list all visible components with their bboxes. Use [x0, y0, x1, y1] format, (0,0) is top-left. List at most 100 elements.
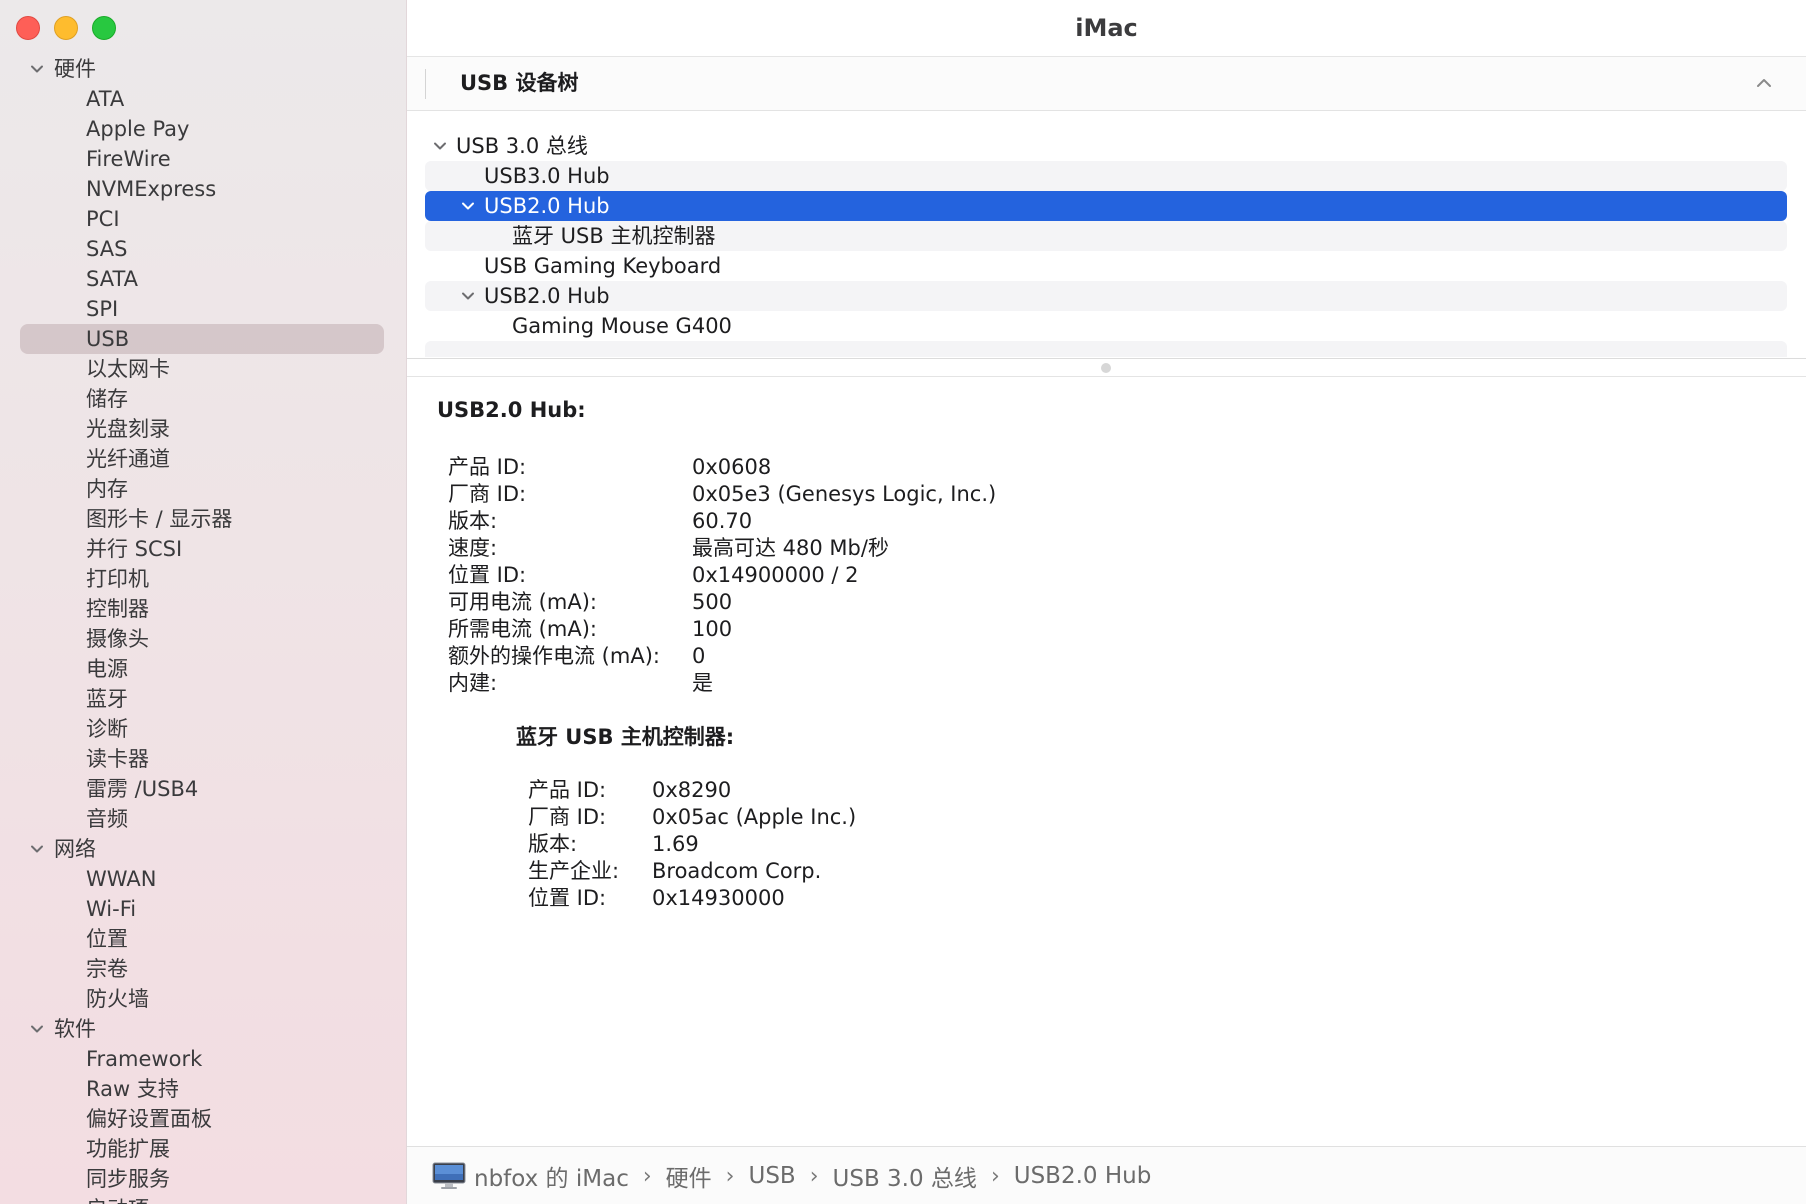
property-key: 位置 ID:	[528, 886, 607, 910]
property-value: 0x8290	[652, 778, 732, 802]
sidebar-group-0[interactable]: 硬件	[0, 54, 406, 84]
chevron-down-icon[interactable]	[431, 131, 449, 161]
sidebar-item[interactable]: SPI	[0, 294, 406, 324]
sidebar-item[interactable]: NVMExpress	[0, 174, 406, 204]
sidebar-group-label: 网络	[54, 837, 96, 861]
sidebar-item[interactable]: 读卡器	[0, 744, 406, 774]
sidebar-item-label: SPI	[86, 297, 119, 321]
split-divider-lower	[407, 376, 1806, 377]
property-key: 所需电流 (mA):	[448, 617, 597, 641]
section-title: USB 设备树	[460, 71, 579, 95]
breadcrumb-item[interactable]: nbfox 的 iMac	[474, 1159, 629, 1193]
property-key: 生产企业:	[528, 859, 620, 883]
sidebar-item-label: 诊断	[86, 717, 128, 741]
sidebar-item[interactable]: USB	[0, 324, 406, 354]
tree-row[interactable]: USB 3.0 总线	[425, 131, 1787, 161]
window-title: iMac	[407, 0, 1806, 57]
property-value: 0	[692, 644, 706, 668]
chevron-down-icon[interactable]	[28, 54, 46, 84]
tree-row-label: Gaming Mouse G400	[512, 314, 732, 338]
sidebar-item[interactable]: 并行 SCSI	[0, 534, 406, 564]
sidebar-item-label: Apple Pay	[86, 117, 190, 141]
breadcrumb-item[interactable]: 硬件	[666, 1159, 712, 1193]
sidebar-item[interactable]: 雷雳 /USB4	[0, 774, 406, 804]
sidebar-item[interactable]: 宗卷	[0, 954, 406, 984]
chevron-right-icon: ›	[725, 1163, 735, 1189]
tree-row[interactable]: USB2.0 Hub	[425, 281, 1787, 311]
sidebar-item[interactable]: 电源	[0, 654, 406, 684]
sidebar-item-label: 位置	[86, 927, 128, 951]
zoom-button[interactable]	[92, 16, 116, 40]
tree-row[interactable]: USB2.0 Hub	[425, 191, 1787, 221]
chevron-right-icon: ›	[990, 1163, 1000, 1189]
property-value: 500	[692, 590, 733, 614]
sidebar-item[interactable]: 内存	[0, 474, 406, 504]
sidebar-item-label: 同步服务	[86, 1167, 170, 1191]
sidebar-item-label: SATA	[86, 267, 139, 291]
sidebar-item[interactable]: 同步服务	[0, 1164, 406, 1194]
sidebar-item[interactable]: Apple Pay	[0, 114, 406, 144]
header-divider	[425, 69, 426, 99]
usb-tree-section-header: USB 设备树	[407, 57, 1806, 111]
tree-row[interactable]: Gaming Mouse G400	[425, 311, 1787, 341]
sidebar-group-2[interactable]: 软件	[0, 1014, 406, 1044]
chevron-down-icon[interactable]	[28, 834, 46, 864]
sidebar: 硬件 ATA Apple Pay FireWire NVMExpress PCI SAS SA…	[0, 0, 407, 1204]
sidebar-item[interactable]: Wi-Fi	[0, 894, 406, 924]
sidebar-item[interactable]: SATA	[0, 264, 406, 294]
sidebar-item[interactable]: WWAN	[0, 864, 406, 894]
property-value: Broadcom Corp.	[652, 859, 822, 883]
sidebar-item[interactable]: FireWire	[0, 144, 406, 174]
sidebar-item[interactable]: SAS	[0, 234, 406, 264]
breadcrumb-item[interactable]: USB	[748, 1163, 795, 1189]
close-button[interactable]	[16, 16, 40, 40]
sidebar-item[interactable]: 图形卡 / 显示器	[0, 504, 406, 534]
property-value: 1.69	[652, 832, 699, 856]
sidebar-item[interactable]: Framework	[0, 1044, 406, 1074]
collapse-chevron-up-icon[interactable]	[1752, 71, 1776, 95]
sidebar-item-label: 摄像头	[86, 627, 149, 651]
sidebar-item-label: 光盘刻录	[86, 417, 170, 441]
tree-row-label: USB Gaming Keyboard	[484, 254, 722, 278]
sidebar-item[interactable]: 光盘刻录	[0, 414, 406, 444]
sidebar-item-label: NVMExpress	[86, 177, 217, 201]
sidebar-item[interactable]: 光纤通道	[0, 444, 406, 474]
sidebar-item[interactable]: 控制器	[0, 594, 406, 624]
chevron-down-icon[interactable]	[28, 1014, 46, 1044]
sidebar-item[interactable]: 位置	[0, 924, 406, 954]
chevron-down-icon[interactable]	[459, 191, 477, 221]
split-handle[interactable]	[1101, 363, 1111, 373]
sidebar-item[interactable]: 储存	[0, 384, 406, 414]
sidebar-item-label: 雷雳 /USB4	[86, 777, 199, 801]
sidebar-item[interactable]: PCI	[0, 204, 406, 234]
sidebar-item-label: Framework	[86, 1047, 203, 1071]
tree-row[interactable]: USB3.0 Hub	[425, 161, 1787, 191]
imac-icon	[432, 1162, 466, 1190]
sidebar-item-label: 电源	[86, 657, 128, 681]
sidebar-item[interactable]: 功能扩展	[0, 1134, 406, 1164]
tree-row[interactable]: USB Gaming Keyboard	[425, 251, 1787, 281]
tree-row[interactable]: 蓝牙 USB 主机控制器	[425, 221, 1787, 251]
breadcrumb-item[interactable]: USB 3.0 总线	[833, 1159, 977, 1193]
property-key: 厂商 ID:	[528, 805, 607, 829]
sidebar-item[interactable]: ATA	[0, 84, 406, 114]
sidebar-item[interactable]: 打印机	[0, 564, 406, 594]
breadcrumb-item[interactable]: USB2.0 Hub	[1014, 1163, 1152, 1189]
sidebar-item[interactable]: 防火墙	[0, 984, 406, 1014]
sidebar-group-1[interactable]: 网络	[0, 834, 406, 864]
tree-row[interactable]	[425, 341, 1787, 357]
sidebar-item[interactable]: 以太网卡	[0, 354, 406, 384]
main-pane: iMac USB 设备树 USB 3.0 总线 USB3.0 Hub USB2.0 …	[407, 0, 1806, 1204]
sidebar-item[interactable]: 诊断	[0, 714, 406, 744]
sidebar-item[interactable]: 音频	[0, 804, 406, 834]
sidebar-item[interactable]: 偏好设置面板	[0, 1104, 406, 1134]
minimize-button[interactable]	[54, 16, 78, 40]
property-value: 是	[692, 671, 713, 695]
sidebar-item[interactable]: 启动项	[0, 1194, 406, 1204]
property-value: 100	[692, 617, 733, 641]
chevron-down-icon[interactable]	[459, 281, 477, 311]
property-key: 位置 ID:	[448, 563, 527, 587]
sidebar-item[interactable]: 摄像头	[0, 624, 406, 654]
sidebar-item[interactable]: Raw 支持	[0, 1074, 406, 1104]
sidebar-item[interactable]: 蓝牙	[0, 684, 406, 714]
